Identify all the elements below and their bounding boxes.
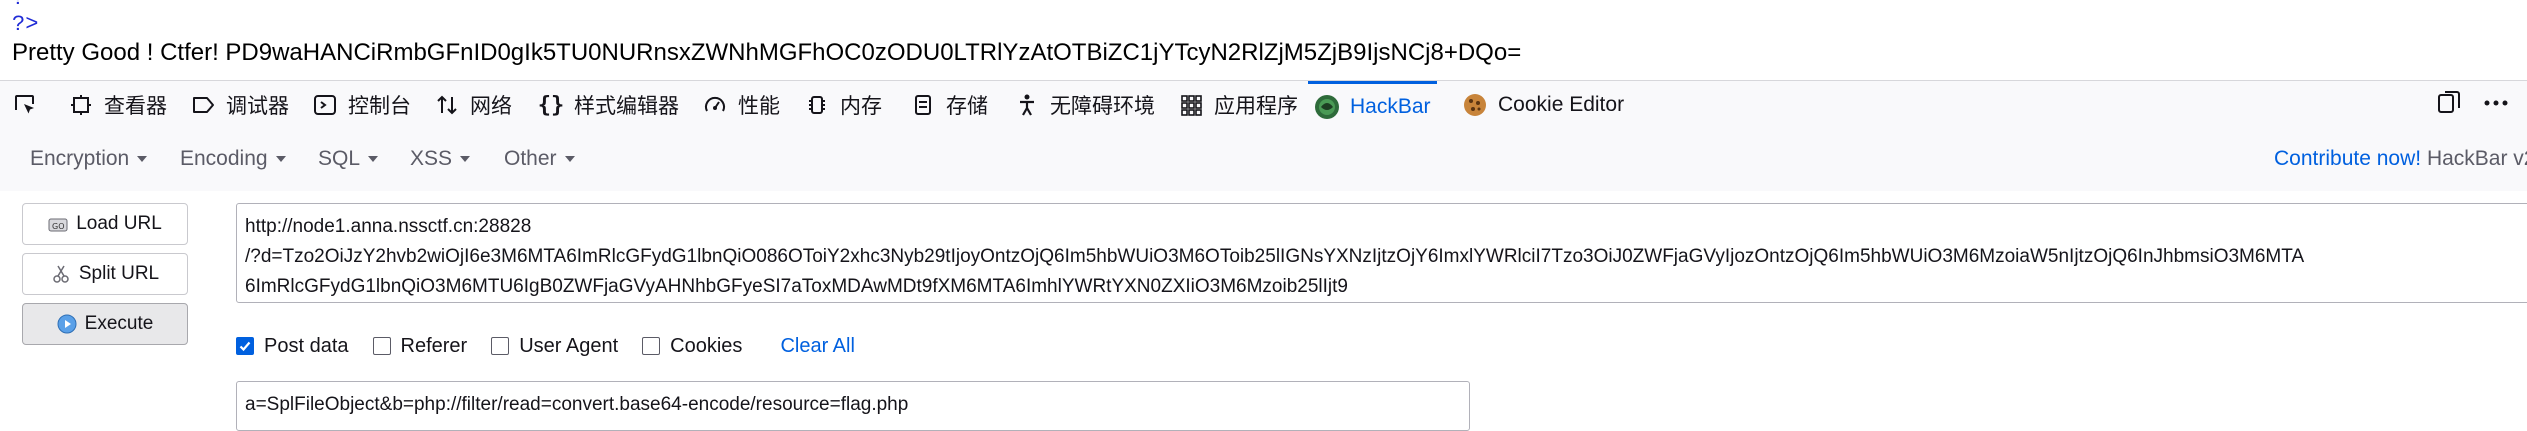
style-editor-icon: {}	[537, 92, 565, 118]
chevron-down-icon	[137, 156, 148, 163]
hackbar-icon	[1314, 94, 1340, 120]
memory-icon	[804, 92, 830, 118]
play-icon	[57, 314, 77, 334]
hackbar-menu: Encryption Encoding SQL XSS Other Contri…	[0, 129, 2527, 192]
cookies-option[interactable]: Cookies	[642, 335, 742, 358]
page-output: ? ?> Pretty Good ! Ctfer! PD9waHANCiRmbG…	[0, 0, 2527, 80]
application-icon	[1178, 92, 1204, 118]
url-textarea[interactable]: http://node1.anna.nssctf.cn:28828 /?d=Tz…	[236, 203, 2527, 303]
menu-encryption[interactable]: Encryption	[30, 147, 148, 171]
load-url-button[interactable]: GO Load URL	[22, 203, 188, 245]
tab-inspector[interactable]: 查看器	[68, 81, 167, 129]
storage-icon	[910, 92, 936, 118]
cookie-icon	[1462, 92, 1488, 118]
tab-label: 查看器	[104, 95, 167, 118]
svg-text:GO: GO	[52, 222, 65, 231]
load-icon: GO	[48, 214, 68, 234]
php-close-tag: ?>	[12, 12, 39, 37]
performance-icon	[702, 92, 728, 118]
url-line: /?d=Tzo2OiJzY2hvb2wiOjI6e3M6MTA6ImRlcGFy…	[245, 246, 2305, 267]
tab-debugger[interactable]: 调试器	[190, 81, 289, 129]
contribute-area: Contribute now! HackBar v2	[2274, 147, 2527, 171]
more-options-button[interactable]	[2482, 81, 2510, 129]
execute-label: Execute	[84, 313, 154, 334]
split-url-button[interactable]: Split URL	[22, 253, 188, 295]
tab-cookie-editor[interactable]: Cookie Editor	[1462, 81, 1624, 129]
checkbox[interactable]	[491, 337, 510, 355]
devtools-toolbar: 查看器 调试器 控制台 网络 {} 样式编辑器 性能 内存 存储 无障碍环境 应…	[0, 80, 2527, 130]
clear-all-link[interactable]: Clear All	[780, 335, 854, 358]
tab-network[interactable]: 网络	[434, 81, 512, 129]
hackbar-version: HackBar v2	[2426, 147, 2527, 170]
tab-memory[interactable]: 内存	[804, 81, 882, 129]
tab-label: HackBar	[1350, 94, 1431, 118]
user-agent-option[interactable]: User Agent	[491, 335, 618, 358]
debugger-icon	[190, 92, 216, 118]
page-message: Pretty Good ! Ctfer! PD9waHANCiRmbGFnID0…	[12, 39, 1522, 66]
tab-label: Cookie Editor	[1498, 93, 1625, 116]
menu-encoding[interactable]: Encoding	[180, 147, 286, 171]
tab-storage[interactable]: 存储	[910, 81, 988, 129]
element-picker-icon	[12, 92, 38, 118]
element-picker-button[interactable]	[12, 81, 48, 129]
post-data-textarea[interactable]: a=SplFileObject&b=php://filter/read=conv…	[236, 381, 1470, 431]
checkbox[interactable]	[372, 337, 391, 355]
execute-button[interactable]: Execute	[22, 303, 188, 345]
load-url-label: Load URL	[76, 213, 162, 234]
url-line: 6ImRlcGFydG1lbnQiO3M6MTU6IgB0ZWFjaGVyAHN…	[245, 276, 1348, 297]
tab-label: 性能	[738, 95, 780, 118]
tab-label: 控制台	[348, 95, 411, 118]
tab-label: 无障碍环境	[1050, 95, 1155, 118]
dock-side-icon	[2436, 90, 2462, 121]
tab-label: 调试器	[226, 95, 289, 118]
post-data-option[interactable]: Post data	[236, 335, 349, 358]
console-icon	[312, 92, 338, 118]
menu-label: Encryption	[30, 147, 130, 170]
option-label: Referer	[400, 334, 468, 357]
referer-option[interactable]: Referer	[372, 334, 468, 358]
chevron-down-icon	[275, 156, 286, 163]
split-url-label: Split URL	[78, 263, 160, 284]
request-options: Post data Referer User Agent Cookies Cle…	[236, 333, 855, 359]
checkbox-checked[interactable]	[236, 337, 254, 355]
option-label: Cookies	[670, 334, 743, 357]
chevron-down-icon	[460, 156, 471, 163]
tab-label: 样式编辑器	[574, 95, 679, 118]
hackbar-body: GO Load URL Split URL Execute http://nod…	[0, 191, 2527, 431]
menu-label: Other	[504, 147, 557, 170]
option-label: Post data	[264, 334, 349, 357]
checkbox[interactable]	[642, 337, 661, 355]
tab-style-editor[interactable]: {} 样式编辑器	[538, 81, 679, 129]
accessibility-icon	[1014, 92, 1040, 118]
menu-other[interactable]: Other	[504, 147, 575, 171]
menu-sql[interactable]: SQL	[318, 147, 379, 171]
chevron-down-icon	[368, 156, 379, 163]
dock-options-button[interactable]	[2436, 81, 2462, 129]
contribute-link[interactable]: Contribute now!	[2274, 147, 2421, 170]
inspector-icon	[68, 92, 94, 118]
menu-label: XSS	[410, 147, 453, 170]
more-icon	[2482, 90, 2510, 121]
php-tail-text: ?	[12, 0, 25, 12]
tab-label: 网络	[470, 95, 512, 118]
menu-label: SQL	[318, 147, 361, 170]
tab-hackbar[interactable]: HackBar	[1308, 81, 1437, 129]
chevron-down-icon	[564, 156, 575, 163]
tab-console[interactable]: 控制台	[312, 81, 411, 129]
menu-xss[interactable]: XSS	[410, 147, 471, 171]
tab-performance[interactable]: 性能	[702, 81, 780, 129]
tab-label: 应用程序	[1214, 95, 1298, 118]
tab-application[interactable]: 应用程序	[1178, 81, 1298, 129]
option-label: User Agent	[519, 334, 619, 357]
scissors-icon	[51, 264, 71, 284]
menu-label: Encoding	[180, 147, 268, 170]
tab-label: 存储	[946, 95, 988, 118]
tab-accessibility[interactable]: 无障碍环境	[1014, 81, 1155, 129]
network-icon	[434, 92, 460, 118]
tab-label: 内存	[840, 95, 882, 118]
url-line: http://node1.anna.nssctf.cn:28828	[245, 216, 532, 237]
